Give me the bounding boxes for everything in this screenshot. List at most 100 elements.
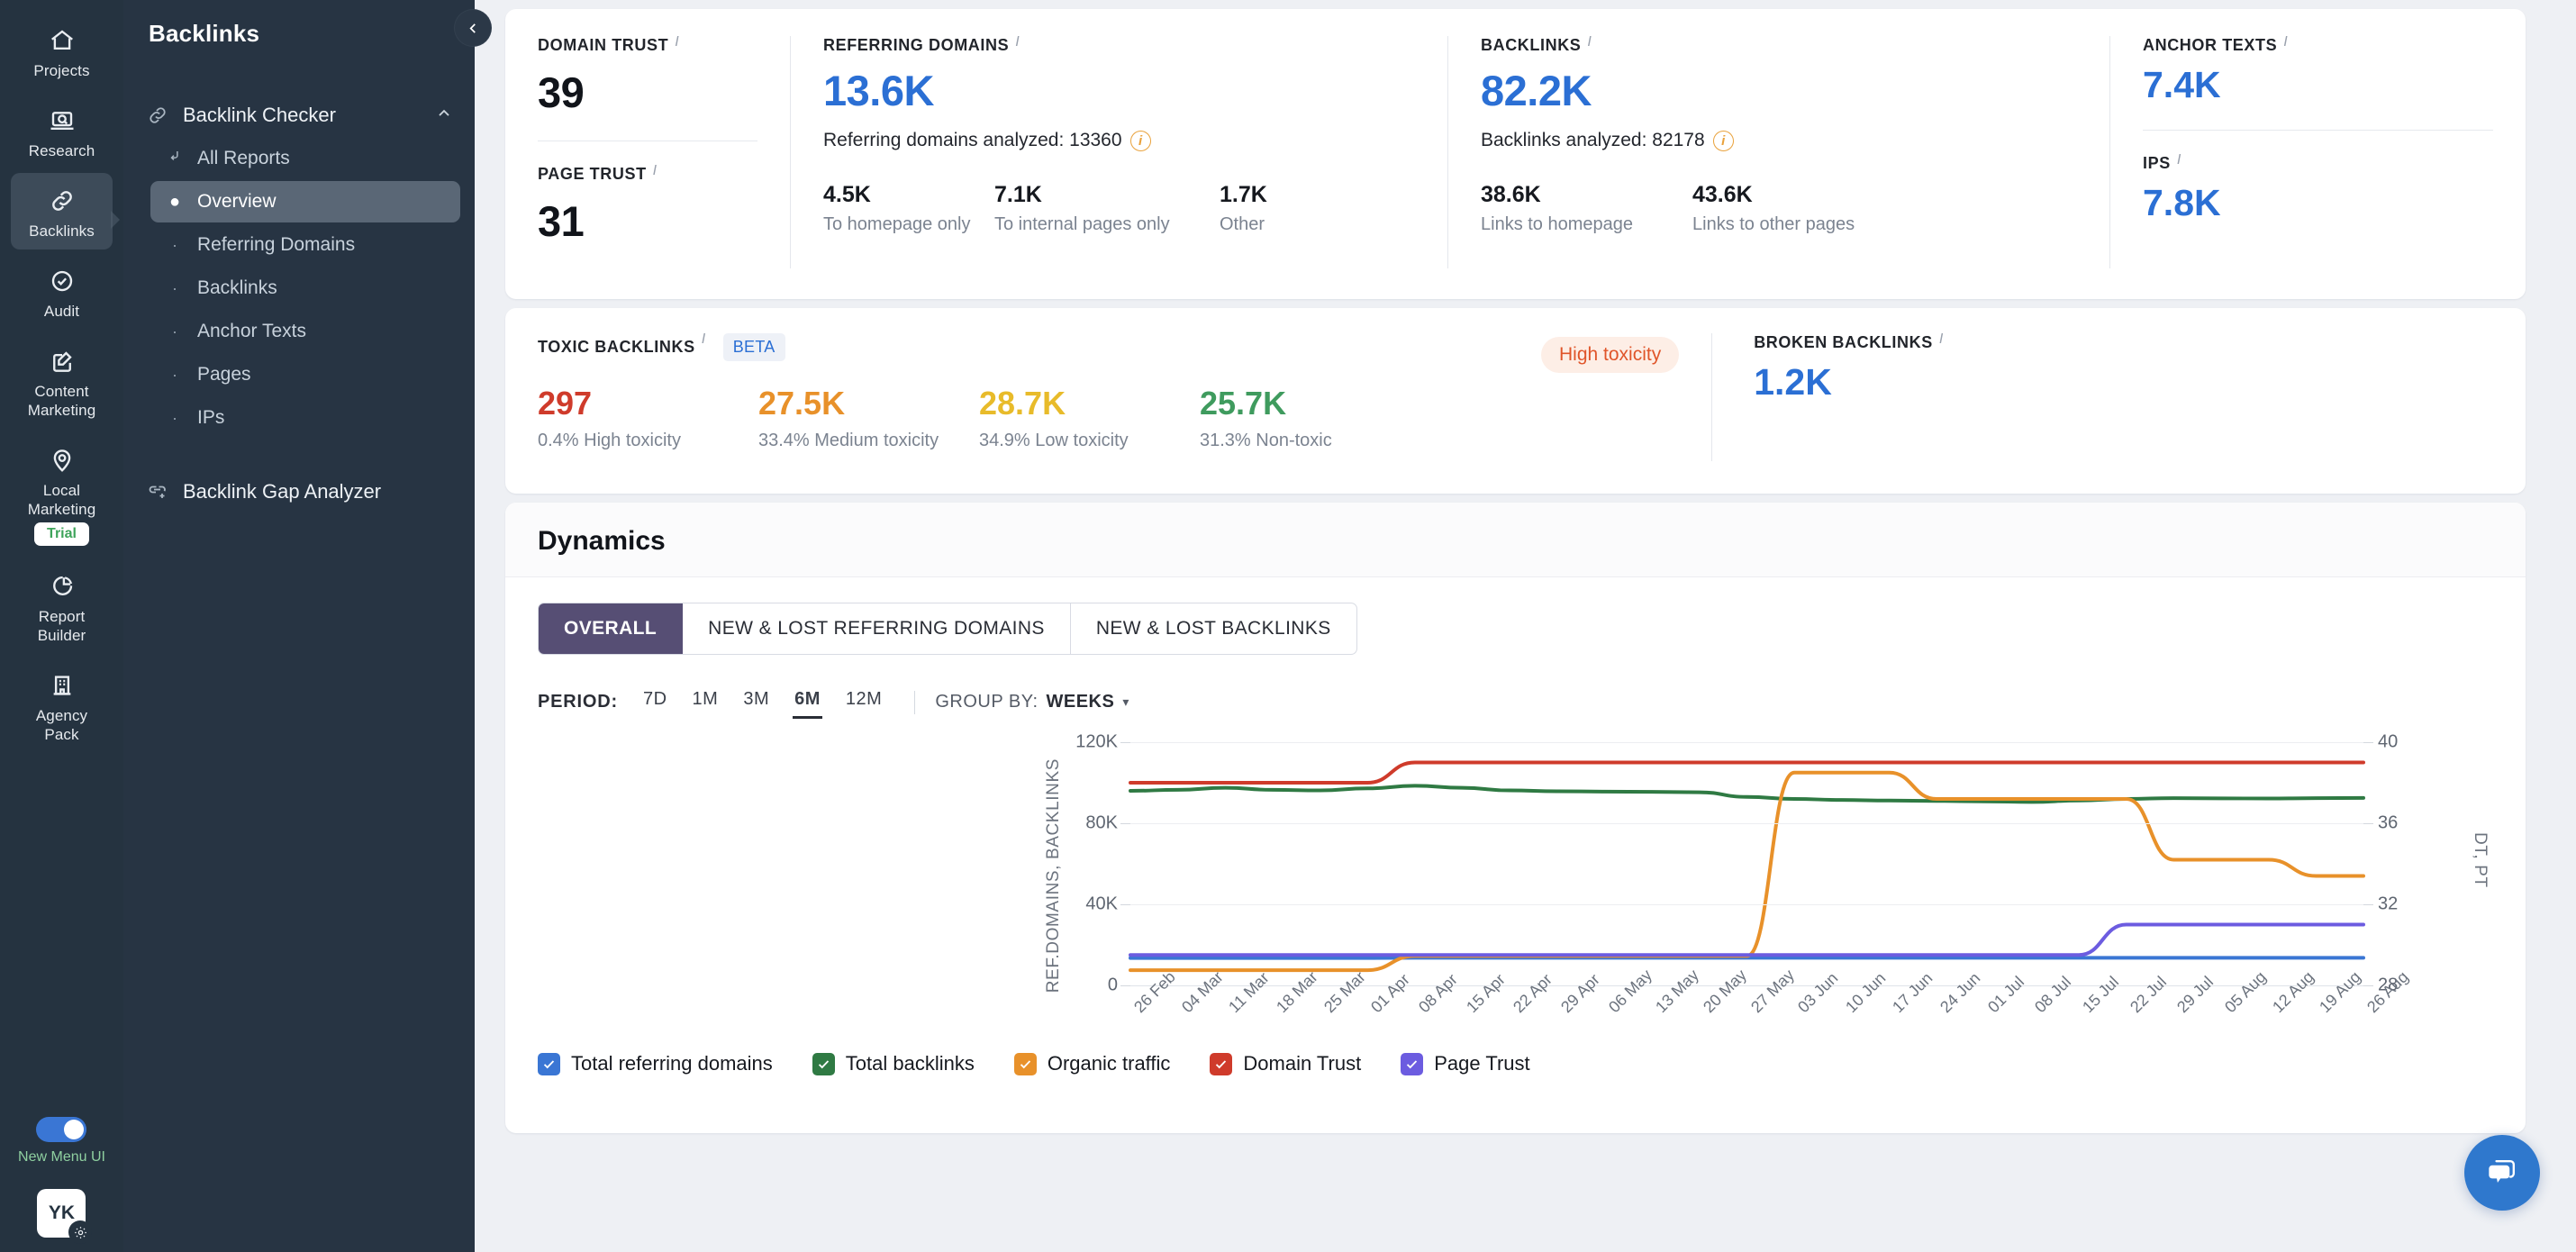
gridline (1130, 904, 2363, 905)
sidebar-item-referring-domains[interactable]: · Referring Domains (150, 224, 460, 266)
rail-item-audit[interactable]: Audit (11, 253, 113, 330)
anchor-ips-column: ANCHOR TEXTS i 7.4K IPS i 7.8K (2109, 34, 2526, 268)
rail-item-research[interactable]: Research (11, 93, 113, 169)
ips-label: IPS i (2143, 152, 2181, 173)
referring-domains-label: REFERRING DOMAINS i (823, 34, 1020, 55)
sidebar-item-backlinks[interactable]: · Backlinks (150, 268, 460, 309)
legend-item-total-referring-domains[interactable]: Total referring domains (538, 1052, 773, 1075)
toxic-backlinks-card: TOXIC BACKLINKS i BETA 297 0.4% High tox… (505, 308, 2526, 494)
info-circle-icon[interactable]: i (1129, 130, 1151, 151)
collapse-sidebar-button[interactable] (455, 10, 491, 46)
chevron-up-icon[interactable] (435, 104, 453, 127)
tab-new-lost-referring-domains[interactable]: NEW & LOST REFERRING DOMAINS (683, 603, 1071, 654)
rail-label: Report Builder (37, 608, 86, 644)
info-icon[interactable]: i (1015, 35, 1020, 50)
chevron-left-icon (468, 23, 476, 33)
info-circle-icon[interactable]: i (1712, 130, 1734, 151)
checkbox-icon[interactable] (1013, 1052, 1037, 1075)
kpi-card: DOMAIN TRUST i 39 PAGE TRUST i 31 REFERR… (505, 9, 2526, 299)
toxic-stat: 28.7K 34.9% Low toxicity (979, 385, 1129, 450)
tab-overall[interactable]: OVERALL (539, 603, 684, 654)
sidebar-item-anchor-texts[interactable]: · Anchor Texts (150, 311, 460, 352)
new-menu-ui-toggle[interactable] (36, 1117, 87, 1142)
rail-label: Research (28, 142, 95, 159)
toxic-stat: 297 0.4% High toxicity (538, 385, 681, 450)
breakdown-cell: 38.6K Links to homepage (1481, 182, 1634, 234)
rail-item-content-marketing[interactable]: Content Marketing (11, 333, 113, 429)
nav-group-gap-analyzer[interactable]: Backlink Gap Analyzer (123, 471, 475, 513)
y-axis-right-tick-label: 32 (2378, 894, 2399, 914)
legend-label: Total referring domains (571, 1052, 773, 1075)
backlinks-value[interactable]: 82.2K (1481, 66, 2077, 115)
referring-domains-analyzed: Referring domains analyzed: 13360 i (823, 130, 1415, 151)
info-icon[interactable]: i (1939, 332, 1944, 347)
x-axis-labels: 26 Feb 04 Mar 11 Mar 18 Mar 25 Mar 01 Apr 08 A… (1130, 966, 2412, 1059)
period-label: PERIOD: (538, 692, 618, 712)
rail-label: Backlinks (29, 222, 95, 240)
sidebar-item-label: Anchor Texts (197, 321, 307, 341)
page-trust-label: PAGE TRUST i (538, 163, 658, 184)
info-icon[interactable]: i (675, 35, 679, 50)
sidebar-item-ips[interactable]: · IPs (150, 397, 460, 439)
info-icon[interactable]: i (702, 332, 706, 347)
secondary-nav: Backlinks Backlink Checker All Reports ●… (123, 0, 491, 1252)
info-icon[interactable]: i (1587, 35, 1592, 50)
period-1m[interactable]: 1M (680, 685, 731, 719)
chat-widget-button[interactable] (2464, 1135, 2540, 1211)
group-by-label: GROUP BY: (935, 692, 1039, 712)
rail-item-projects[interactable]: Projects (11, 13, 113, 89)
anchor-texts-value[interactable]: 7.4K (2143, 64, 2493, 106)
tick-mark (1120, 742, 1130, 743)
rail-footer: New Menu UI YK (18, 1117, 105, 1244)
toxic-left: TOXIC BACKLINKS i BETA 297 0.4% High tox… (505, 332, 1541, 451)
info-icon[interactable]: i (2283, 35, 2288, 50)
home-icon (42, 23, 82, 59)
broken-backlinks-value[interactable]: 1.2K (1754, 361, 1944, 404)
sidebar-item-overview[interactable]: ● Overview (150, 181, 460, 222)
checkbox-icon[interactable] (812, 1052, 835, 1075)
rail-label: Local Marketing (27, 482, 96, 518)
sidebar-item-label: Pages (197, 364, 251, 385)
info-icon[interactable]: i (653, 164, 658, 178)
anchor-texts-label: ANCHOR TEXTS i (2143, 34, 2289, 55)
subnav-title: Backlinks (149, 20, 260, 47)
legend-item-total-backlinks[interactable]: Total backlinks (812, 1052, 975, 1075)
group-by-select[interactable]: GROUP BY: WEEKS ▾ (935, 692, 1129, 712)
gear-icon[interactable] (68, 1220, 93, 1244)
tick-mark (1120, 823, 1130, 824)
y-axis-left-title: REF.DOMAINS, BACKLINKS (1044, 758, 1063, 993)
sidebar-item-label: IPs (197, 407, 225, 428)
period-12m[interactable]: 12M (833, 685, 894, 719)
y-axis-tick-label: 0 (1107, 975, 1118, 995)
rail-item-local-marketing[interactable]: Local Marketing Trial (11, 432, 113, 555)
chevron-down-icon[interactable]: ▾ (1122, 694, 1129, 710)
period-6m[interactable]: 6M (782, 685, 833, 719)
referring-domains-value[interactable]: 13.6K (823, 66, 1415, 115)
tick-mark (1120, 985, 1130, 986)
bullet-icon: ● (168, 191, 181, 212)
rail-item-agency-pack[interactable]: Agency Pack (11, 658, 113, 753)
group-by-value: WEEKS (1046, 692, 1115, 712)
trust-column: DOMAIN TRUST i 39 PAGE TRUST i 31 (505, 35, 790, 268)
sidebar-item-all-reports[interactable]: All Reports (150, 138, 460, 179)
ips-value[interactable]: 7.8K (2143, 182, 2493, 224)
rail-item-report-builder[interactable]: Report Builder (11, 558, 113, 654)
period-3m[interactable]: 3M (730, 685, 782, 719)
rail-item-backlinks[interactable]: Backlinks (11, 173, 120, 249)
period-7d[interactable]: 7D (630, 685, 680, 719)
account-area[interactable]: YK (37, 1189, 93, 1244)
tab-new-lost-backlinks[interactable]: NEW & LOST BACKLINKS (1071, 603, 1356, 654)
info-icon[interactable]: i (2177, 153, 2181, 168)
toxic-stats: 297 0.4% High toxicity 27.5K 33.4% Mediu… (538, 385, 1509, 451)
bullet-icon: · (172, 278, 177, 297)
sidebar-item-pages[interactable]: · Pages (150, 354, 460, 395)
nav-group-header[interactable]: Backlink Checker (123, 95, 475, 136)
gridline (1130, 823, 2363, 824)
breakdown-cell: 43.6K Links to other pages (1692, 182, 1855, 234)
rail-label: Content Marketing (27, 383, 96, 419)
tick-mark (2363, 742, 2373, 743)
tick-mark (2363, 904, 2373, 905)
checkbox-icon[interactable] (538, 1052, 560, 1075)
bullet-icon: · (172, 235, 177, 254)
rail-label: Projects (33, 62, 90, 79)
